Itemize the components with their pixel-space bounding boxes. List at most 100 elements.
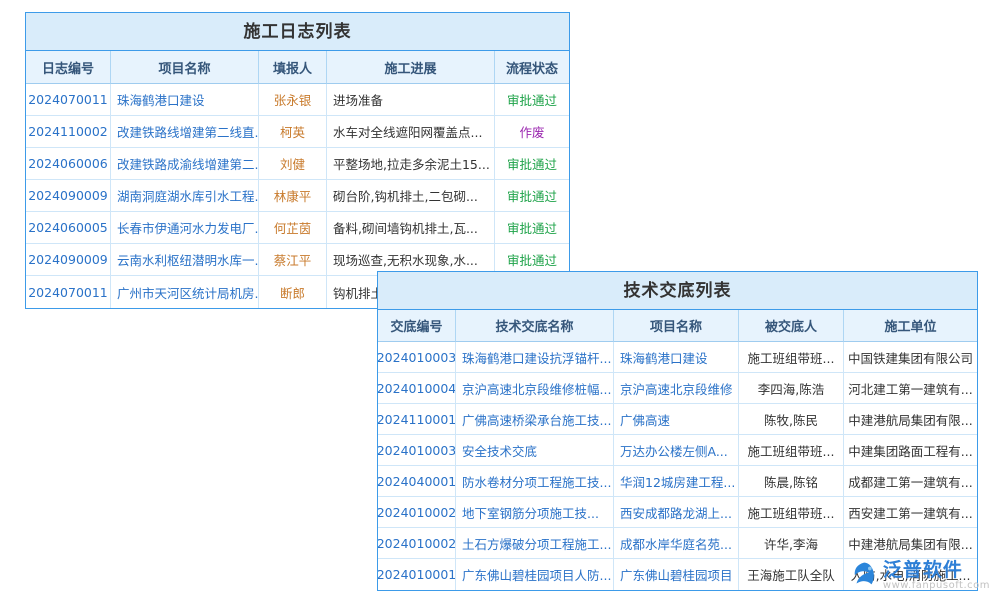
table-row[interactable]: 2024090009 湖南洞庭湖水库引水工程... 林康平 砌台阶,钩机排土,二… (26, 180, 569, 212)
unit-cell: 西安建工第一建筑有... (844, 497, 977, 528)
project-name-cell[interactable]: 云南水利枢纽潜明水库一... (111, 244, 259, 276)
table-row[interactable]: 2024060006 改建铁路成渝线增建第二... 刘健 平整场地,拉走多余泥土… (26, 148, 569, 180)
project-name-cell[interactable]: 西安成都路龙湖上... (614, 497, 739, 528)
reporter-cell: 张永银 (259, 84, 327, 116)
brand-name: 泛普软件 (883, 560, 963, 580)
table-row[interactable]: 2024010003 珠海鹤港口建设抗浮锚杆... 珠海鹤港口建设 施工班组带班… (378, 342, 977, 373)
brand-text-block: 泛普软件 www.fanpusoft.com (883, 560, 990, 592)
reporter-cell: 蔡江平 (259, 244, 327, 276)
unit-cell: 成都建工第一建筑有... (844, 466, 977, 497)
project-name-cell[interactable]: 万达办公楼左侧A... (614, 435, 739, 466)
receiver-cell: 许华,李海 (739, 528, 844, 559)
reporter-cell: 刘健 (259, 148, 327, 180)
column-header-disclosure-id: 交底编号 (378, 310, 456, 342)
technical-disclosure-table: 技术交底列表 交底编号 技术交底名称 项目名称 被交底人 施工单位 202401… (377, 271, 978, 591)
disclosure-id-cell[interactable]: 2024010001 (378, 559, 456, 590)
disclosure-name-cell[interactable]: 京沪高速北京段维修桩幅... (456, 373, 614, 404)
reporter-cell: 柯英 (259, 116, 327, 148)
progress-cell: 备料,砌间墙钩机排土,瓦... (327, 212, 495, 244)
column-header-status: 流程状态 (495, 51, 569, 84)
log-id-cell[interactable]: 2024060005 (26, 212, 111, 244)
log-id-cell[interactable]: 2024090009 (26, 244, 111, 276)
project-name-cell[interactable]: 改建铁路成渝线增建第二... (111, 148, 259, 180)
disclosure-name-cell[interactable]: 地下室钢筋分项施工技... (456, 497, 614, 528)
project-name-cell[interactable]: 广东佛山碧桂园项目 (614, 559, 739, 590)
column-header-reporter: 填报人 (259, 51, 327, 84)
project-name-cell[interactable]: 长春市伊通河水力发电厂... (111, 212, 259, 244)
column-header-project-name: 项目名称 (111, 51, 259, 84)
unit-cell: 中国铁建集团有限公司 (844, 342, 977, 373)
project-name-cell[interactable]: 改建铁路线增建第二线直... (111, 116, 259, 148)
column-header-log-id: 日志编号 (26, 51, 111, 84)
column-header-unit: 施工单位 (844, 310, 977, 342)
project-name-cell[interactable]: 珠海鹤港口建设 (111, 84, 259, 116)
project-name-cell[interactable]: 珠海鹤港口建设 (614, 342, 739, 373)
disclosure-name-cell[interactable]: 土石方爆破分项工程施工... (456, 528, 614, 559)
disclosure-id-cell[interactable]: 2024010003 (378, 435, 456, 466)
column-header-disclosure-name: 技术交底名称 (456, 310, 614, 342)
disclosure-id-cell[interactable]: 2024010004 (378, 373, 456, 404)
receiver-cell: 施工班组带班... (739, 497, 844, 528)
receiver-cell: 陈晨,陈铭 (739, 466, 844, 497)
table-row[interactable]: 2024010004 京沪高速北京段维修桩幅... 京沪高速北京段维修 李四海,… (378, 373, 977, 404)
table-row[interactable]: 2024010002 土石方爆破分项工程施工... 成都水岸华庭名苑... 许华… (378, 528, 977, 559)
table-row[interactable]: 2024010003 安全技术交底 万达办公楼左侧A... 施工班组带班... … (378, 435, 977, 466)
table-row[interactable]: 2024040001 防水卷材分项工程施工技... 华润12城房建工程... 陈… (378, 466, 977, 497)
disclosure-name-cell[interactable]: 防水卷材分项工程施工技... (456, 466, 614, 497)
disclosure-name-cell[interactable]: 安全技术交底 (456, 435, 614, 466)
unit-cell: 中建港航局集团有限... (844, 528, 977, 559)
receiver-cell: 陈牧,陈民 (739, 404, 844, 435)
log-id-cell[interactable]: 2024110002 (26, 116, 111, 148)
disclosure-table-header-row: 交底编号 技术交底名称 项目名称 被交底人 施工单位 (378, 310, 977, 342)
receiver-cell: 施工班组带班... (739, 435, 844, 466)
disclosure-table-title: 技术交底列表 (378, 272, 977, 310)
unit-cell: 河北建工第一建筑有... (844, 373, 977, 404)
column-header-progress: 施工进展 (327, 51, 495, 84)
project-name-cell[interactable]: 华润12城房建工程... (614, 466, 739, 497)
disclosure-name-cell[interactable]: 广东佛山碧桂园项目人防... (456, 559, 614, 590)
disclosure-id-cell[interactable]: 2024010002 (378, 497, 456, 528)
project-name-cell[interactable]: 成都水岸华庭名苑... (614, 528, 739, 559)
disclosure-id-cell[interactable]: 2024010002 (378, 528, 456, 559)
column-header-project-name: 项目名称 (614, 310, 739, 342)
status-cell: 审批通过 (495, 148, 569, 180)
log-table-header-row: 日志编号 项目名称 填报人 施工进展 流程状态 (26, 51, 569, 84)
project-name-cell[interactable]: 广州市天河区统计局机房... (111, 276, 259, 308)
log-table-title: 施工日志列表 (26, 13, 569, 51)
reporter-cell: 何芷茵 (259, 212, 327, 244)
unit-cell: 中建港航局集团有限... (844, 404, 977, 435)
reporter-cell: 林康平 (259, 180, 327, 212)
log-id-cell[interactable]: 2024070011 (26, 276, 111, 308)
disclosure-id-cell[interactable]: 2024110001 (378, 404, 456, 435)
reporter-cell: 断郎 (259, 276, 327, 308)
disclosure-name-cell[interactable]: 广佛高速桥梁承台施工技... (456, 404, 614, 435)
column-header-receiver: 被交底人 (739, 310, 844, 342)
status-cell: 审批通过 (495, 212, 569, 244)
progress-cell: 进场准备 (327, 84, 495, 116)
progress-cell: 水车对全线遮阳网覆盖点... (327, 116, 495, 148)
log-id-cell[interactable]: 2024060006 (26, 148, 111, 180)
table-row[interactable]: 2024060005 长春市伊通河水力发电厂... 何芷茵 备料,砌间墙钩机排土… (26, 212, 569, 244)
project-name-cell[interactable]: 湖南洞庭湖水库引水工程... (111, 180, 259, 212)
fanpu-watermark: 泛普软件 www.fanpusoft.com (849, 560, 990, 592)
table-row[interactable]: 2024070011 珠海鹤港口建设 张永银 进场准备 审批通过 (26, 84, 569, 116)
disclosure-name-cell[interactable]: 珠海鹤港口建设抗浮锚杆... (456, 342, 614, 373)
disclosure-id-cell[interactable]: 2024010003 (378, 342, 456, 373)
construction-log-table: 施工日志列表 日志编号 项目名称 填报人 施工进展 流程状态 202407001… (25, 12, 570, 309)
progress-cell: 平整场地,拉走多余泥土15... (327, 148, 495, 180)
log-id-cell[interactable]: 2024070011 (26, 84, 111, 116)
table-row[interactable]: 2024110001 广佛高速桥梁承台施工技... 广佛高速 陈牧,陈民 中建港… (378, 404, 977, 435)
progress-cell: 砌台阶,钩机排土,二包砌... (327, 180, 495, 212)
log-id-cell[interactable]: 2024090009 (26, 180, 111, 212)
fanpu-logo-icon (849, 561, 879, 591)
project-name-cell[interactable]: 京沪高速北京段维修 (614, 373, 739, 404)
table-row[interactable]: 2024010002 地下室钢筋分项施工技... 西安成都路龙湖上... 施工班… (378, 497, 977, 528)
disclosure-id-cell[interactable]: 2024040001 (378, 466, 456, 497)
project-name-cell[interactable]: 广佛高速 (614, 404, 739, 435)
table-row[interactable]: 2024110002 改建铁路线增建第二线直... 柯英 水车对全线遮阳网覆盖点… (26, 116, 569, 148)
receiver-cell: 施工班组带班... (739, 342, 844, 373)
receiver-cell: 王海施工队全队 (739, 559, 844, 590)
status-cell: 作废 (495, 116, 569, 148)
receiver-cell: 李四海,陈浩 (739, 373, 844, 404)
status-cell: 审批通过 (495, 84, 569, 116)
